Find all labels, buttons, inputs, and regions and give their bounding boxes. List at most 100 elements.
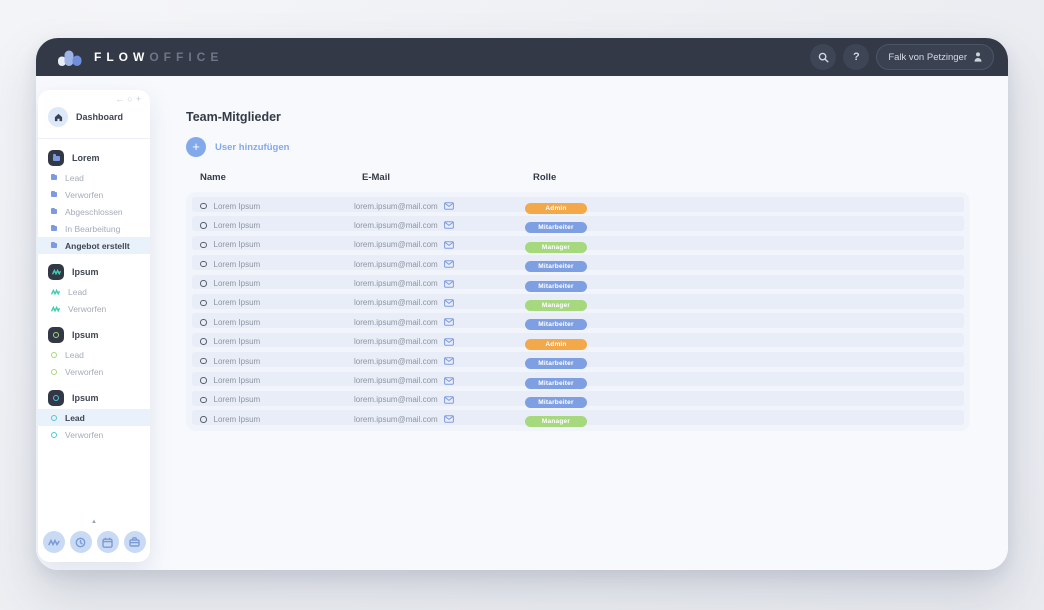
- mail-icon[interactable]: [444, 415, 454, 423]
- column-header-name: Name: [200, 172, 362, 183]
- mail-icon[interactable]: [444, 299, 454, 307]
- sidebar-window-controls: ← ○ +: [115, 95, 141, 104]
- sidebar-sub-item[interactable]: Verworfen: [38, 426, 150, 443]
- mail-icon[interactable]: [444, 318, 454, 326]
- brand: FLOWOFFICE: [58, 49, 223, 66]
- email-cell: lorem.ipsum@mail.com: [354, 202, 525, 211]
- role-cell: Admin: [525, 333, 964, 351]
- email-cell: lorem.ipsum@mail.com: [354, 395, 525, 404]
- plus-icon[interactable]: +: [186, 137, 206, 157]
- table-row[interactable]: Lorem Ipsum lorem.ipsum@mail.com Mitarbe…: [192, 313, 964, 328]
- role-cell: Mitarbeiter: [525, 352, 964, 370]
- briefcase-icon[interactable]: [124, 531, 146, 553]
- sidebar-sub-item[interactable]: Verworfen: [38, 363, 150, 380]
- name-cell: Lorem Ipsum: [192, 279, 354, 288]
- table-row[interactable]: Lorem Ipsum lorem.ipsum@mail.com Admin: [192, 197, 964, 212]
- app-header: FLOWOFFICE ? Falk von Petzinger: [36, 38, 1008, 76]
- email-cell: lorem.ipsum@mail.com: [354, 298, 525, 307]
- sidebar-sub-item[interactable]: In Bearbeitung: [38, 220, 150, 237]
- sidebar-item-label: Lead: [65, 173, 84, 183]
- sidebar-sub-item[interactable]: Verworfen: [38, 186, 150, 203]
- sidebar-sub-item[interactable]: Lead: [38, 169, 150, 186]
- mail-icon[interactable]: [444, 202, 454, 210]
- section-items: Lead Verworfen: [38, 409, 150, 443]
- add-user-button[interactable]: + User hinzufügen: [186, 137, 970, 157]
- table-row[interactable]: Lorem Ipsum lorem.ipsum@mail.com Manager: [192, 236, 964, 251]
- mail-icon[interactable]: [444, 280, 454, 288]
- section-glyph-icon: [53, 156, 60, 161]
- collapse-caret-icon[interactable]: ▲: [38, 519, 150, 525]
- mail-icon[interactable]: [444, 396, 454, 404]
- search-button[interactable]: [810, 44, 836, 70]
- table-row[interactable]: Lorem Ipsum lorem.ipsum@mail.com Mitarbe…: [192, 352, 964, 367]
- name-cell: Lorem Ipsum: [192, 240, 354, 249]
- member-name: Lorem Ipsum: [214, 202, 261, 211]
- sidebar: ← ○ + Dashboard Lorem Lead Ve: [38, 90, 150, 562]
- page-title: Team-Mitglieder: [186, 110, 970, 124]
- mail-icon[interactable]: [444, 357, 454, 365]
- mail-icon[interactable]: [444, 241, 454, 249]
- circle-icon[interactable]: ○: [127, 95, 132, 104]
- table-row[interactable]: Lorem Ipsum lorem.ipsum@mail.com Mitarbe…: [192, 255, 964, 270]
- section-icon: [48, 390, 64, 406]
- section-icon: [48, 327, 64, 343]
- user-icon: [200, 397, 207, 404]
- user-menu-button[interactable]: Falk von Petzinger: [876, 44, 994, 70]
- table-row[interactable]: Lorem Ipsum lorem.ipsum@mail.com Admin: [192, 333, 964, 348]
- sidebar-sub-item[interactable]: Lead: [38, 409, 150, 426]
- mail-icon[interactable]: [444, 338, 454, 346]
- column-header-email: E-Mail: [362, 172, 533, 183]
- sidebar-section-header[interactable]: Ipsum: [38, 261, 150, 283]
- sidebar-section-header[interactable]: Lorem: [38, 147, 150, 169]
- calendar-icon[interactable]: [97, 531, 119, 553]
- item-glyph-icon: [51, 175, 57, 180]
- wave-icon[interactable]: [43, 531, 65, 553]
- role-badge: Mitarbeiter: [525, 319, 587, 330]
- sidebar-sub-item[interactable]: Lead: [38, 346, 150, 363]
- name-cell: Lorem Ipsum: [192, 357, 354, 366]
- user-icon: [200, 222, 207, 229]
- table-row[interactable]: Lorem Ipsum lorem.ipsum@mail.com Mitarbe…: [192, 275, 964, 290]
- email-cell: lorem.ipsum@mail.com: [354, 260, 525, 269]
- sidebar-section-header[interactable]: Ipsum: [38, 387, 150, 409]
- plus-icon[interactable]: +: [136, 95, 141, 104]
- sidebar-sub-item[interactable]: Abgeschlossen: [38, 203, 150, 220]
- home-icon: [48, 107, 68, 127]
- user-icon: [200, 338, 207, 345]
- mail-icon[interactable]: [444, 260, 454, 268]
- sidebar-section: Ipsum Lead Verworfen: [38, 261, 150, 317]
- sidebar-item-label: Abgeschlossen: [65, 207, 123, 217]
- sidebar-sub-item[interactable]: Verworfen: [38, 300, 150, 317]
- sidebar-section: Ipsum Lead Verworfen: [38, 324, 150, 380]
- section-glyph-icon: [53, 395, 60, 402]
- user-icon: [200, 203, 207, 210]
- role-badge: Mitarbeiter: [525, 358, 587, 369]
- user-name-label: Falk von Petzinger: [888, 52, 967, 63]
- sidebar-item-label: Angebot erstellt: [65, 241, 130, 251]
- user-icon: [200, 358, 207, 365]
- main-panel: Team-Mitglieder + User hinzufügen Name E…: [186, 90, 970, 431]
- member-email: lorem.ipsum@mail.com: [354, 318, 438, 327]
- sidebar-section-header[interactable]: Ipsum: [38, 324, 150, 346]
- table-row[interactable]: Lorem Ipsum lorem.ipsum@mail.com Mitarbe…: [192, 372, 964, 387]
- member-name: Lorem Ipsum: [214, 279, 261, 288]
- section-label: Lorem: [72, 153, 100, 163]
- content-area: ← ○ + Dashboard Lorem Lead Ve: [36, 76, 1008, 570]
- member-email: lorem.ipsum@mail.com: [354, 298, 438, 307]
- sidebar-item-label: In Bearbeitung: [65, 224, 120, 234]
- clock-icon[interactable]: [70, 531, 92, 553]
- mail-icon[interactable]: [444, 377, 454, 385]
- section-items: Lead Verworfen: [38, 283, 150, 317]
- table-row[interactable]: Lorem Ipsum lorem.ipsum@mail.com Mitarbe…: [192, 391, 964, 406]
- mail-icon[interactable]: [444, 221, 454, 229]
- sidebar-sub-item[interactable]: Angebot erstellt: [38, 237, 150, 254]
- table-row[interactable]: Lorem Ipsum lorem.ipsum@mail.com Manager: [192, 410, 964, 425]
- help-button[interactable]: ?: [843, 44, 869, 70]
- sidebar-sub-item[interactable]: Lead: [38, 283, 150, 300]
- sidebar-item-label: Verworfen: [65, 430, 103, 440]
- table-row[interactable]: Lorem Ipsum lorem.ipsum@mail.com Mitarbe…: [192, 216, 964, 231]
- back-icon[interactable]: ←: [115, 95, 124, 104]
- item-glyph-icon: [51, 352, 57, 358]
- table-row[interactable]: Lorem Ipsum lorem.ipsum@mail.com Manager: [192, 294, 964, 309]
- email-cell: lorem.ipsum@mail.com: [354, 240, 525, 249]
